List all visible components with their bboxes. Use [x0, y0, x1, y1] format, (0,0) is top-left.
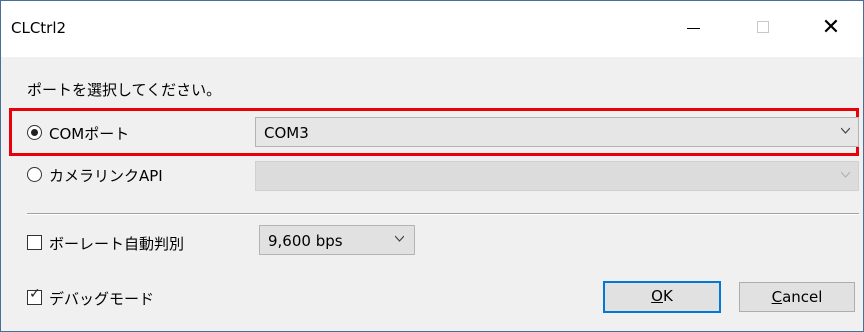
title-bar[interactable]: CLCtrl2 ✕: [1, 1, 863, 57]
close-button[interactable]: ✕: [803, 1, 859, 57]
ok-label-rest: K: [662, 287, 673, 305]
cancel-label-rest: ancel: [782, 288, 823, 306]
window-title: CLCtrl2: [11, 19, 67, 37]
separator: [27, 213, 859, 215]
auto-baud-checkbox[interactable]: [27, 235, 42, 250]
ok-mnemonic: O: [651, 287, 663, 305]
cameralink-api-select: [255, 161, 859, 191]
cancel-button[interactable]: Cancel: [739, 282, 855, 312]
minimize-icon: [686, 28, 700, 29]
com-port-select[interactable]: COM3: [255, 117, 859, 147]
chevron-down-icon: [841, 127, 850, 134]
chevron-down-icon: [395, 235, 404, 242]
dialog-window: CLCtrl2 ✕ ポートを選択してください。 COMポート COM3 カメラリ…: [0, 0, 864, 332]
minimize-button[interactable]: [665, 1, 721, 57]
baud-rate-value: 9,600 bps: [268, 232, 343, 250]
com-port-value: COM3: [264, 124, 309, 142]
maximize-button: [735, 1, 791, 57]
radio-selected-dot: [31, 129, 38, 136]
debug-mode-label[interactable]: デバッグモード: [49, 288, 154, 309]
auto-baud-label[interactable]: ボーレート自動判別: [49, 233, 184, 254]
ok-button[interactable]: OK: [603, 281, 721, 313]
close-icon: ✕: [821, 15, 841, 40]
cameralink-api-radio[interactable]: [27, 167, 42, 182]
baud-rate-select[interactable]: 9,600 bps: [259, 225, 415, 255]
com-port-radio[interactable]: [27, 125, 42, 140]
com-port-label[interactable]: COMポート: [49, 123, 129, 144]
chevron-down-icon: [841, 171, 850, 178]
maximize-icon: [757, 21, 769, 33]
cancel-mnemonic: C: [771, 288, 783, 306]
instruction-text: ポートを選択してください。: [27, 81, 222, 99]
check-icon: ✓: [29, 286, 41, 302]
debug-mode-checkbox[interactable]: ✓: [27, 286, 42, 305]
cameralink-api-label[interactable]: カメラリンクAPI: [49, 165, 163, 186]
